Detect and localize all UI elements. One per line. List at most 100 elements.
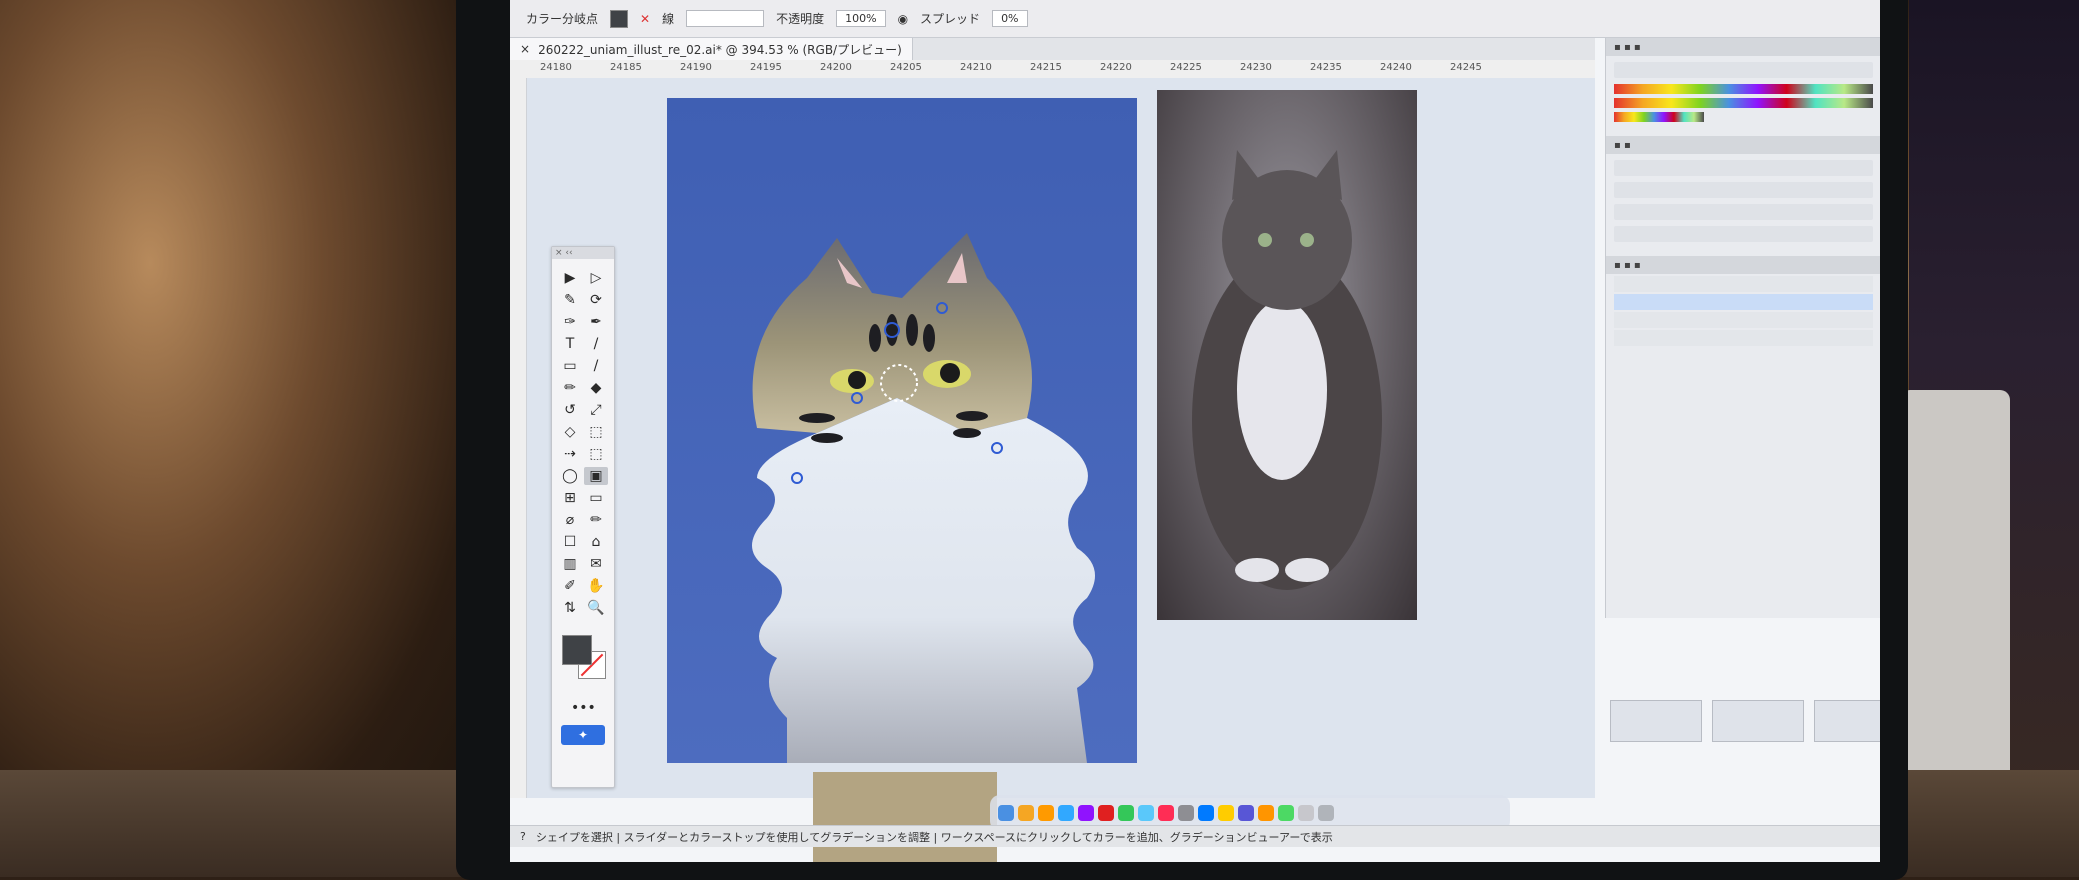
thumbnail[interactable]: [1712, 700, 1804, 742]
rectangle-tool-icon[interactable]: ▭: [558, 357, 582, 375]
layer-row-selected[interactable]: [1614, 294, 1873, 310]
cat-illustration[interactable]: [667, 98, 1137, 763]
symbol-tool-icon[interactable]: ▭: [584, 489, 608, 507]
document-tab[interactable]: × 260222_uniam_illust_re_02.ai* @ 394.53…: [510, 38, 913, 60]
panel-header-swatches[interactable]: ▪ ▪ ▪: [1606, 38, 1880, 56]
stroke-icon[interactable]: ✕: [640, 12, 650, 26]
eraser-tool-icon[interactable]: ◆: [584, 379, 608, 397]
hand-tool-icon[interactable]: ✋: [584, 577, 608, 595]
thumbnail[interactable]: [1814, 700, 1880, 742]
shape-builder-tool-icon[interactable]: ⇢: [558, 445, 582, 463]
slice-tool-icon[interactable]: ☐: [558, 533, 582, 551]
app-icon[interactable]: [1078, 805, 1094, 821]
ruler-tick-6: 24210: [960, 62, 992, 73]
app-icon[interactable]: [1278, 805, 1294, 821]
lasso-tool-icon[interactable]: ⟳: [584, 291, 608, 309]
thumbnail[interactable]: [1610, 700, 1702, 742]
puppet-warp-tool-icon[interactable]: ✐: [558, 577, 582, 595]
tools-panel-grip[interactable]: × ‹‹: [552, 247, 614, 259]
type-tool-icon[interactable]: T: [558, 335, 582, 353]
app-icon[interactable]: [1258, 805, 1274, 821]
app-icon[interactable]: [1218, 805, 1234, 821]
swatch-row-1[interactable]: [1614, 84, 1873, 94]
eyedropper-tool-icon[interactable]: ⌀: [558, 511, 582, 529]
vertical-ruler: [510, 78, 527, 798]
status-text: シェイプを選択 | スライダーとカラーストップを使用してグラデーションを調整 |…: [535, 830, 1333, 844]
ruler-tick-0: 24180: [540, 62, 572, 73]
layer-row[interactable]: [1614, 330, 1873, 346]
selection-tool-icon[interactable]: ▶: [558, 269, 582, 287]
fill-stroke-widget[interactable]: [560, 633, 606, 693]
gradient-tool-icon[interactable]: ▣: [584, 467, 608, 485]
rotate-tool-icon[interactable]: ↺: [558, 401, 582, 419]
illustrator-icon[interactable]: [1038, 805, 1054, 821]
cat-stripe-2: [886, 314, 898, 346]
app-icon[interactable]: [1098, 805, 1114, 821]
ruler-tick-12: 24240: [1380, 62, 1412, 73]
panel-header-layers[interactable]: ▪ ▪ ▪: [1606, 256, 1880, 274]
photoshop-icon[interactable]: [1058, 805, 1074, 821]
opacity-field[interactable]: 100%: [836, 10, 886, 27]
color-reference-swatch[interactable]: [813, 772, 997, 862]
graph-tool-icon[interactable]: ▥: [558, 555, 582, 573]
symbol-sprayer-tool-icon[interactable]: ✉: [584, 555, 608, 573]
scale-tool-icon[interactable]: ⤢: [584, 401, 608, 419]
reference-cat-photo: [1192, 150, 1382, 590]
magic-wand-tool-icon[interactable]: ✎: [558, 291, 582, 309]
app-icon[interactable]: [1118, 805, 1134, 821]
photo-cat-eye-right: [1300, 233, 1314, 247]
help-icon[interactable]: ?: [520, 830, 526, 843]
artboard[interactable]: [667, 98, 1137, 763]
finder-icon[interactable]: [998, 805, 1014, 821]
opacity-label: 不透明度: [776, 12, 825, 26]
layer-row[interactable]: [1614, 312, 1873, 328]
pencil-tool-icon[interactable]: ✏: [558, 379, 582, 397]
app-icon[interactable]: [1158, 805, 1174, 821]
ruler-tick-13: 24245: [1450, 62, 1482, 73]
swap-icon[interactable]: ⇅: [558, 599, 582, 617]
panel-tab-3[interactable]: ▪ ▪ ▪: [1614, 260, 1641, 271]
fill-color-icon[interactable]: [562, 635, 592, 665]
blend-tool-icon[interactable]: ✏: [584, 511, 608, 529]
artboard-tool-icon[interactable]: ⌂: [584, 533, 608, 551]
edit-toolbar-button[interactable]: ✦: [561, 725, 605, 745]
perspective-tool-icon[interactable]: ◯: [558, 467, 582, 485]
cat-stripe-3: [906, 314, 918, 346]
mesh-tool-icon[interactable]: ⊞: [558, 489, 582, 507]
fill-swatch[interactable]: [610, 9, 629, 28]
paintbrush-tool-icon[interactable]: /: [584, 357, 608, 375]
app-icon[interactable]: [1238, 805, 1254, 821]
canvas[interactable]: × ‹‹ ▶ ▷ ✎ ⟳ ✑ ✒ T / ▭ / ✏ ◆ ↺ ⤢ ◇ ⬚ ⇢ ⬚: [527, 78, 1595, 862]
stroke-weight-field[interactable]: [686, 10, 765, 27]
panel-header-properties[interactable]: ▪ ▪: [1606, 136, 1880, 154]
swatch-row-2[interactable]: [1614, 98, 1873, 108]
ruler-tick-7: 24215: [1030, 62, 1062, 73]
trash-icon[interactable]: [1318, 805, 1334, 821]
live-paint-tool-icon[interactable]: ⬚: [584, 445, 608, 463]
free-transform-tool-icon[interactable]: ⬚: [584, 423, 608, 441]
cat-body-shape: [752, 398, 1095, 763]
cat-stripe-1: [869, 324, 881, 352]
direct-selection-tool-icon[interactable]: ▷: [584, 269, 608, 287]
app-icon[interactable]: [1198, 805, 1214, 821]
app-icon[interactable]: [1298, 805, 1314, 821]
line-tool-icon[interactable]: /: [584, 335, 608, 353]
pen-tool-icon[interactable]: ✑: [558, 313, 582, 331]
swatch-row-3[interactable]: [1614, 112, 1704, 122]
spread-field[interactable]: 0%: [992, 10, 1028, 27]
tab-close-icon[interactable]: ×: [520, 42, 530, 56]
layer-row[interactable]: [1614, 276, 1873, 292]
ruler-tick-9: 24225: [1170, 62, 1202, 73]
app-icon[interactable]: [1178, 805, 1194, 821]
curvature-tool-icon[interactable]: ✒: [584, 313, 608, 331]
reference-photo[interactable]: [1157, 90, 1417, 620]
stroke-label: 線: [662, 12, 675, 26]
cat-cheek-stripe-2: [811, 433, 843, 443]
panel-tab-1[interactable]: ▪ ▪ ▪: [1614, 42, 1641, 53]
warp-tool-icon[interactable]: ◇: [558, 423, 582, 441]
zoom-tool-icon[interactable]: 🔍: [584, 599, 608, 617]
more-tools-icon[interactable]: •••: [571, 699, 596, 717]
app-icon[interactable]: [1018, 805, 1034, 821]
app-icon[interactable]: [1138, 805, 1154, 821]
panel-tab-2[interactable]: ▪ ▪: [1614, 140, 1631, 151]
